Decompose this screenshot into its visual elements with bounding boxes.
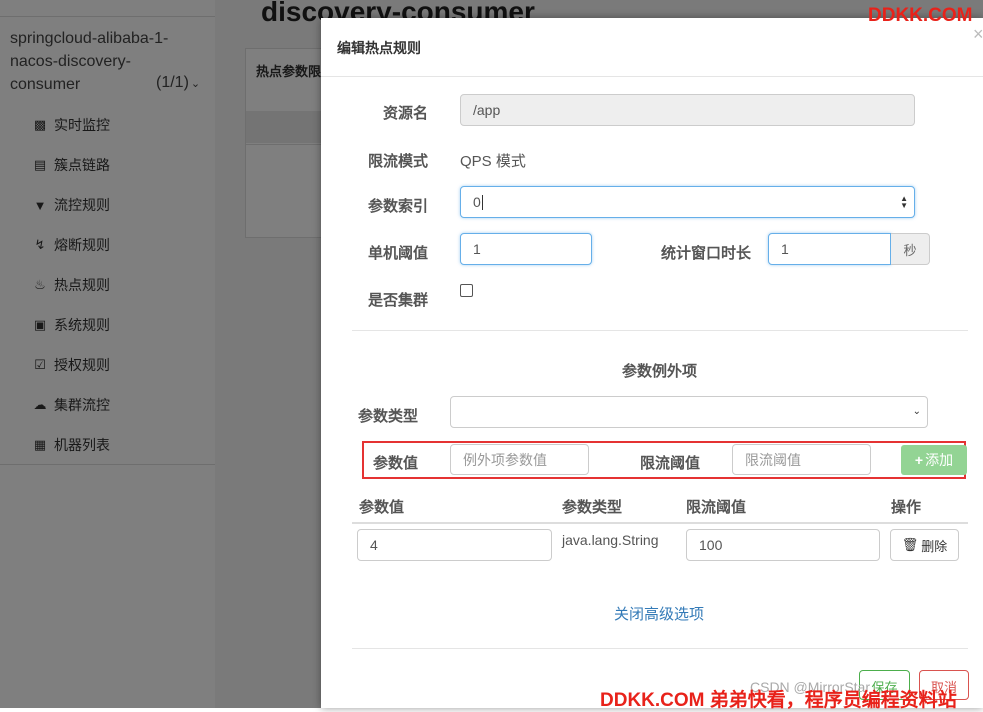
column-header-threshold: 限流阈值 xyxy=(686,499,747,516)
divider xyxy=(352,648,968,649)
param-index-label: 参数索引 xyxy=(368,198,429,215)
window-unit: 秒 xyxy=(891,233,930,265)
exception-value-label: 参数值 xyxy=(373,455,419,472)
top-watermark: DDKK.COM xyxy=(868,5,973,26)
close-icon[interactable]: × xyxy=(973,24,983,45)
threshold-input[interactable]: 1 xyxy=(460,233,592,265)
param-index-input[interactable]: 0 ▲ ▼ xyxy=(460,186,915,218)
row-param-value-input[interactable]: 4 xyxy=(357,529,552,561)
add-exception-button[interactable]: + 添加 xyxy=(901,445,967,475)
delete-row-button[interactable]: 🗑 删除 xyxy=(890,529,959,561)
trash-icon: 🗑 xyxy=(901,537,919,552)
exception-threshold-input[interactable]: 限流阈值 xyxy=(732,444,871,475)
plus-icon: + xyxy=(914,452,924,468)
param-type-select[interactable]: ⌄ xyxy=(450,396,928,428)
cluster-label: 是否集群 xyxy=(368,292,429,309)
column-header-param-type: 参数类型 xyxy=(562,499,623,516)
modal-title: 编辑热点规则 xyxy=(337,40,421,56)
column-header-actions: 操作 xyxy=(891,499,922,516)
resource-label: 资源名 xyxy=(383,105,429,122)
column-header-param-value: 参数值 xyxy=(359,499,405,516)
mode-value: QPS 模式 xyxy=(460,153,526,170)
cluster-checkbox[interactable] xyxy=(460,284,473,297)
row-param-type: java.lang.String xyxy=(562,532,659,548)
mode-label: 限流模式 xyxy=(368,153,429,170)
window-input[interactable]: 1 xyxy=(768,233,891,265)
exception-threshold-label: 限流阈值 xyxy=(640,455,701,472)
table-header-divider xyxy=(352,522,968,524)
spinner-icon[interactable]: ▲ ▼ xyxy=(900,195,908,210)
divider xyxy=(321,76,983,77)
resource-input[interactable]: /app xyxy=(460,94,915,126)
close-advanced-link[interactable]: 关闭高级选项 xyxy=(614,603,704,624)
row-threshold-input[interactable]: 100 xyxy=(686,529,880,561)
threshold-label: 单机阈值 xyxy=(368,245,429,262)
exception-value-input[interactable]: 例外项参数值 xyxy=(450,444,589,475)
exceptions-title: 参数例外项 xyxy=(622,363,698,380)
divider xyxy=(352,330,968,331)
chevron-down-icon: ⌄ xyxy=(912,406,921,417)
param-type-label: 参数类型 xyxy=(358,408,419,425)
window-label: 统计窗口时长 xyxy=(661,245,752,262)
